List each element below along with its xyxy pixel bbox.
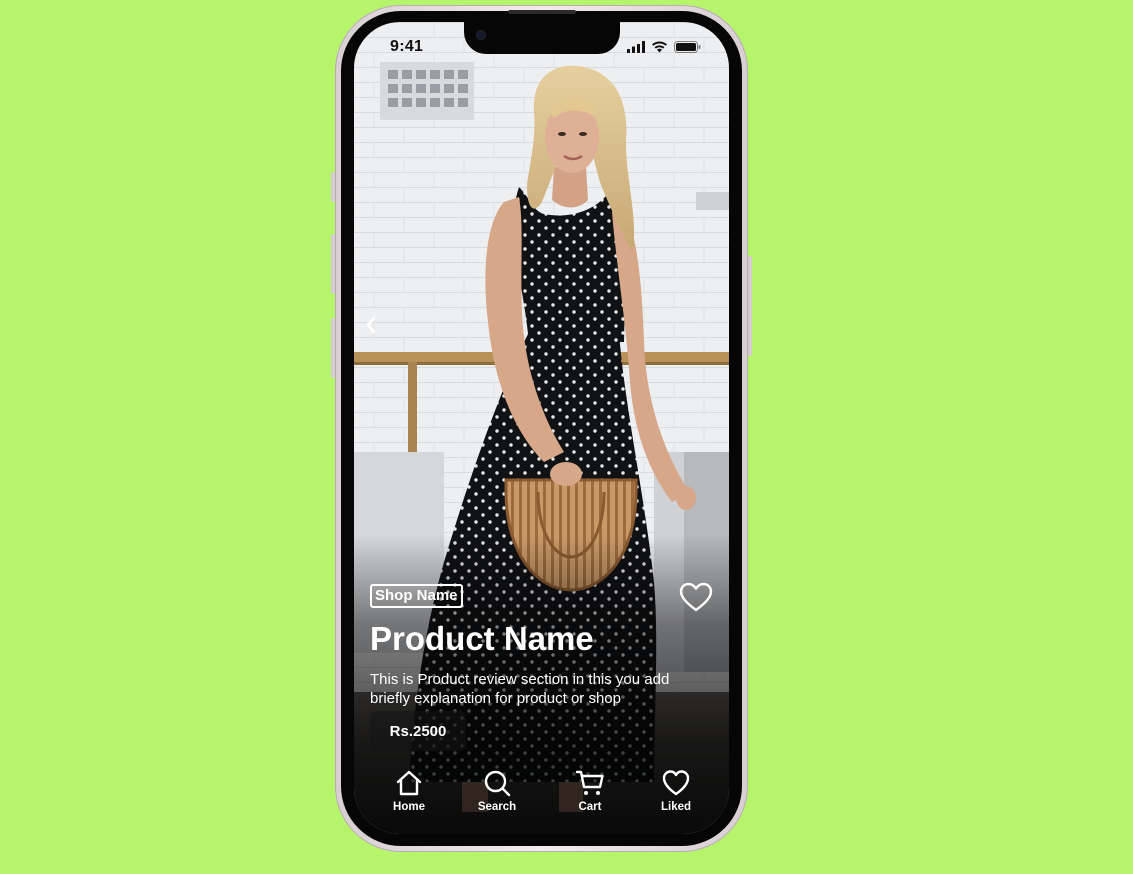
power-button <box>748 256 752 356</box>
speaker-grille <box>508 10 576 14</box>
cart-icon <box>575 770 604 795</box>
silent-switch <box>331 172 335 202</box>
tab-home-label: Home <box>393 801 425 813</box>
tab-liked[interactable]: Liked <box>644 768 708 813</box>
tab-liked-label: Liked <box>660 801 692 813</box>
tab-search[interactable]: Search <box>465 768 529 813</box>
bottom-tab-bar: Home Search Cart Liked <box>354 762 729 834</box>
search-icon <box>484 770 511 797</box>
product-title: Product Name <box>370 620 594 657</box>
cellular-signal-icon <box>627 41 645 53</box>
back-button[interactable] <box>360 314 382 336</box>
canvas: 9:41 Shop Name Product Name This is Prod… <box>0 0 1133 874</box>
phone-screen: 9:41 Shop Name Product Name This is Prod… <box>354 22 729 834</box>
wifi-icon <box>652 41 667 53</box>
battery-icon <box>674 41 701 53</box>
price-tag: Rs.2500 <box>370 711 466 751</box>
heart-icon <box>662 770 690 796</box>
like-button[interactable] <box>678 581 714 613</box>
heart-outline-icon <box>679 582 713 612</box>
status-icons <box>627 41 701 53</box>
front-camera <box>476 30 486 40</box>
volume-down-button <box>331 318 335 378</box>
tab-home[interactable]: Home <box>377 768 441 813</box>
price-value: Rs.2500 <box>389 722 447 740</box>
product-description: This is Product review section in this y… <box>370 671 670 707</box>
status-time: 9:41 <box>390 38 424 55</box>
chevron-left-icon <box>366 316 376 334</box>
volume-up-button <box>331 234 335 294</box>
tab-search-label: Search <box>477 801 517 813</box>
shop-name-tag[interactable]: Shop Name <box>370 584 463 608</box>
tab-cart[interactable]: Cart <box>558 768 622 813</box>
notch <box>464 22 620 54</box>
tab-cart-label: Cart <box>578 801 602 813</box>
home-icon <box>396 770 422 796</box>
